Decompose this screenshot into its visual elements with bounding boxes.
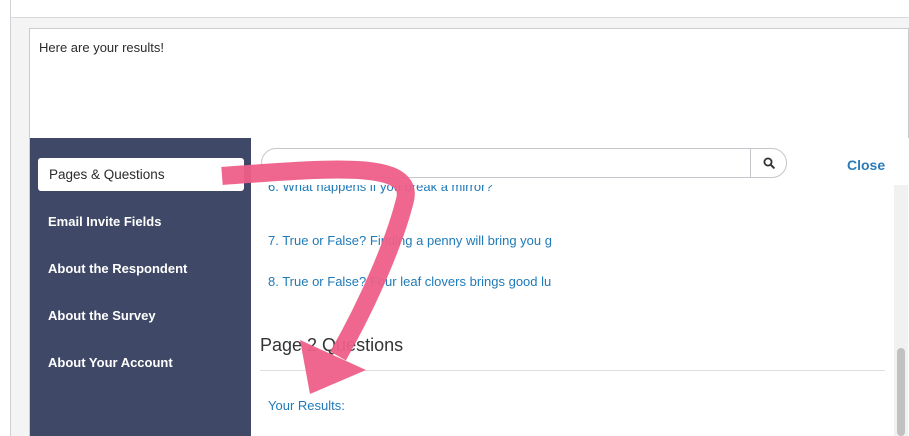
question-link[interactable]: 6. What happens if you break a mirror? [268,185,493,194]
sidebar-item-about-survey[interactable]: About the Survey [48,308,156,323]
sidebar: Pages & Questions Email Invite Fields Ab… [30,138,251,436]
search-icon [763,157,775,169]
question-link[interactable]: 8. True or False? Four leaf clovers brin… [268,274,551,289]
scrollbar-thumb[interactable] [897,348,905,436]
top-bar [11,0,909,18]
close-link[interactable]: Close [847,157,885,173]
divider [11,17,909,18]
sidebar-item-about-account[interactable]: About Your Account [48,355,173,370]
sidebar-item-email-invite-fields[interactable]: Email Invite Fields [48,214,161,229]
merge-code-panel: Pages & Questions Email Invite Fields Ab… [29,138,909,436]
message-textarea[interactable]: Here are your results! [29,28,909,138]
question-list: 6. What happens if you break a mirror? 7… [251,185,891,436]
search-input[interactable] [261,148,787,178]
sidebar-item-about-respondent[interactable]: About the Respondent [48,261,187,276]
content-area: Close 6. What happens if you break a mir… [251,138,909,436]
app-frame: Here are your results! Pages & Questions… [10,0,909,436]
section-divider [260,370,885,371]
search-button[interactable] [750,149,786,177]
message-text: Here are your results! [39,40,164,55]
results-link[interactable]: Your Results: [268,398,345,413]
section-title: Page 2 Questions [260,335,404,355]
scrollbar[interactable] [894,185,908,436]
question-link[interactable]: 7. True or False? Finding a penny will b… [268,233,552,248]
sidebar-item-pages-questions[interactable]: Pages & Questions [38,158,244,191]
